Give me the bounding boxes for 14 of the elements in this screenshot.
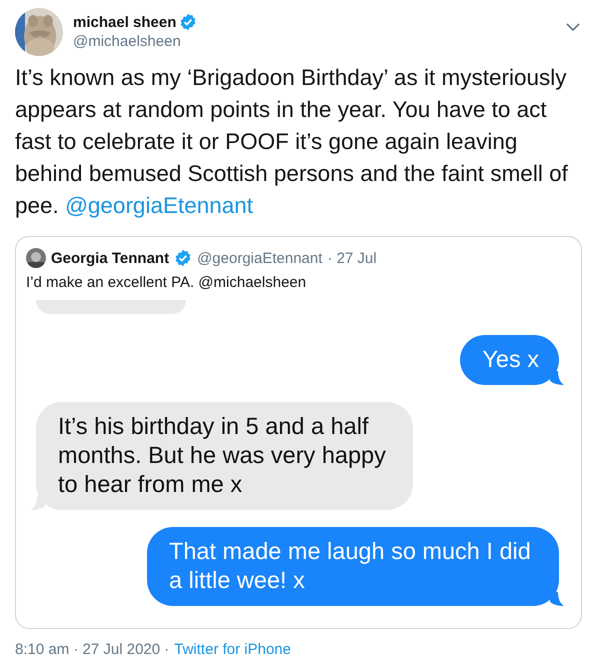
source-link[interactable]: Twitter for iPhone — [174, 641, 291, 658]
author-name[interactable]: michael sheen — [73, 14, 176, 30]
quoted-tweet-card[interactable] — [15, 236, 582, 629]
bubble-tail — [550, 371, 564, 385]
tweet-timestamp[interactable]: 8:10 am · 27 Jul 2020 · — [15, 641, 170, 658]
mention-link[interactable]: @georgiaEtennant — [65, 193, 254, 218]
bubble-tail — [550, 592, 564, 606]
chevron-icon[interactable] — [566, 22, 580, 32]
quote-text: I’d make an excellent PA. @michaelsheen — [25, 273, 308, 291]
quote-date[interactable]: · 27 Jul — [327, 250, 377, 266]
quote-author-handle[interactable]: @georgiaEtennant — [197, 250, 322, 266]
author-handle[interactable]: @michaelsheen — [73, 33, 556, 50]
tweet-text: It’s known as my ‘Brigadoon Birthday’ as it mysteriously appears at random points in the year. You have to act fast to celebrate it or POOF it’s gone again leaving behind bemused Scottish persons and the faint smell of pee. @georgiaEtennant — [15, 64, 569, 220]
quote-author-name[interactable]: Georgia Tennant — [51, 250, 170, 266]
